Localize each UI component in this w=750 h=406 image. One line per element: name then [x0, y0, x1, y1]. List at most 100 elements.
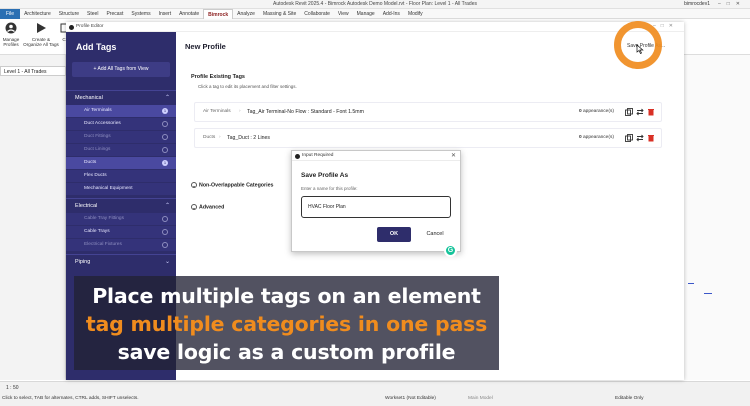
tab-collaborate[interactable]: Collaborate — [300, 9, 334, 19]
chevron-down-icon: ⌄ — [164, 259, 170, 265]
tab-massing-site[interactable]: Massing & Site — [259, 9, 300, 19]
properties-strip — [0, 55, 66, 380]
disabled-indicator-icon — [162, 147, 168, 153]
ok-button[interactable]: OK — [377, 227, 411, 242]
sidebar-item-label: Cable Trays — [84, 229, 110, 234]
close-icon[interactable]: ✕ — [451, 152, 456, 159]
sidebar-item-duct-accessories[interactable]: Duct Accessories — [66, 118, 176, 130]
sidebar-item-label: Flex Ducts — [84, 173, 107, 178]
disabled-indicator-icon — [162, 216, 168, 222]
sidebar-item-ducts[interactable]: Ducts 1 — [66, 157, 176, 169]
tab-annotate[interactable]: Annotate — [175, 9, 203, 19]
input-required-dialog: Input Required ✕ Save Profile As Enter a… — [291, 150, 461, 252]
sidebar-item-cable-tray-fittings[interactable]: Cable Tray Fittings — [66, 213, 176, 225]
sidebar-item-air-terminals[interactable]: Air Terminals 1 — [66, 105, 176, 117]
section-label: Mechanical — [75, 95, 103, 101]
sidebar-item-label: Air Terminals — [84, 108, 112, 113]
caption-line-3: save logic as a custom profile — [117, 340, 456, 364]
duplicate-icon[interactable] — [625, 134, 633, 142]
tab-steel[interactable]: Steel — [83, 9, 102, 19]
create-organize-label: Create & Organize All Tags — [23, 37, 59, 47]
existing-tags-hint: Click a tag to edit its placement and fi… — [198, 84, 297, 89]
empty-indicator-icon — [162, 229, 168, 235]
count-badge: 1 — [162, 108, 168, 114]
tab-structure[interactable]: Structure — [55, 9, 83, 19]
tab-file[interactable]: File — [0, 8, 21, 19]
sidebar-item-label: Ducts — [84, 160, 97, 165]
trash-icon[interactable] — [647, 108, 655, 116]
view-tab-level-1[interactable]: Level 1 - All Trades — [0, 66, 66, 76]
tab-precast[interactable]: Precast — [102, 9, 127, 19]
editable-only-toggle[interactable]: Editable Only — [615, 396, 644, 401]
add-all-tags-button[interactable]: + Add All Tags from View — [72, 62, 170, 77]
existing-tags-title: Profile Existing Tags — [191, 74, 245, 80]
profile-name-input[interactable]: HVAC Floor Plan — [301, 196, 451, 218]
sidebar-item-flex-ducts[interactable]: Flex Ducts — [66, 170, 176, 182]
create-organize-button[interactable]: Create & Organize All Tags — [22, 22, 60, 47]
chevron-down-icon: ⌄ — [191, 204, 197, 210]
caption-line-2: tag multiple categories in one pass — [85, 312, 488, 336]
app-icon — [69, 25, 74, 30]
section-piping[interactable]: Piping ⌄ — [66, 254, 176, 268]
sidebar-item-cable-trays[interactable]: Cable Trays — [66, 226, 176, 238]
caption-line-1: Place multiple tags on an element — [92, 284, 481, 308]
dialog-title: Save Profile As — [301, 172, 349, 179]
appearance-count: 0 appearance(s) — [579, 109, 614, 114]
chevron-up-icon: ⌃ — [164, 203, 170, 209]
sidebar-item-duct-linings[interactable]: Duct Linings — [66, 144, 176, 156]
main-model-selector[interactable]: Main Model — [468, 396, 493, 401]
drawing-canvas[interactable] — [684, 55, 750, 380]
chevron-right-icon: › — [239, 109, 241, 114]
duct-mark — [704, 293, 712, 294]
swap-icon[interactable] — [636, 134, 644, 142]
sidebar-item-electrical-fixtures[interactable]: Electrical Fixtures — [66, 239, 176, 251]
tab-architecture[interactable]: Architecture — [20, 9, 55, 19]
editor-window-controls[interactable]: –□✕ — [653, 23, 678, 29]
editor-window-title: Profile Editor — [76, 24, 104, 29]
non-overlappable-toggle[interactable]: ⌄ Non-Overlappable Categories — [191, 182, 273, 188]
play-icon — [37, 23, 46, 33]
duplicate-icon[interactable] — [625, 108, 633, 116]
user-name[interactable]: bimrocdev1 — [684, 1, 710, 7]
tag-category: Air Terminals — [203, 109, 231, 114]
workset-selector[interactable]: Workset1 (Not Editable) — [385, 396, 436, 401]
swap-icon[interactable] — [636, 108, 644, 116]
appearance-count: 0 appearance(s) — [579, 135, 614, 140]
section-electrical[interactable]: Electrical ⌃ — [66, 198, 176, 212]
manage-profiles-label: Manage Profiles — [2, 37, 20, 47]
editor-title-bar: Profile Editor –□✕ — [66, 22, 684, 32]
tab-view[interactable]: View — [334, 9, 353, 19]
cancel-button[interactable]: Cancel — [420, 227, 450, 242]
chevron-up-icon: ⌃ — [164, 95, 170, 101]
duct-mark — [688, 283, 694, 284]
tab-bimrock[interactable]: Bimrock — [203, 8, 234, 19]
status-hint: Click to select, TAB for alternates, CTR… — [2, 396, 139, 401]
sidebar-item-duct-fittings[interactable]: Duct Fittings — [66, 131, 176, 143]
collapsible-label: Non-Overlappable Categories — [199, 182, 274, 189]
tab-modify[interactable]: Modify — [404, 9, 427, 19]
tab-add-ins[interactable]: Add-Ins — [379, 9, 404, 19]
tab-manage[interactable]: Manage — [353, 9, 379, 19]
sidebar-item-label: Duct Fittings — [84, 134, 111, 139]
tag-name: Tag_Air Terminal-No Flow : Standard - Fo… — [247, 109, 364, 115]
tab-analyze[interactable]: Analyze — [233, 9, 259, 19]
sidebar-title: Add Tags — [76, 42, 117, 52]
manage-profiles-button[interactable]: Manage Profiles — [2, 22, 20, 47]
tag-row-duct[interactable]: Ducts › Tag_Duct : 2 Lines 0 appearance(… — [194, 128, 662, 148]
grammarly-icon[interactable]: G — [444, 244, 457, 257]
sidebar-item-label: Duct Linings — [84, 147, 111, 152]
chevron-down-icon: ⌄ — [191, 182, 197, 188]
tag-name: Tag_Duct : 2 Lines — [227, 135, 270, 141]
window-controls[interactable]: –□✕ — [718, 1, 746, 7]
tag-category: Ducts — [203, 135, 216, 140]
tag-row-air-terminal[interactable]: Air Terminals › Tag_Air Terminal-No Flow… — [194, 102, 662, 122]
section-mechanical[interactable]: Mechanical ⌃ — [66, 90, 176, 104]
tab-systems[interactable]: Systems — [127, 9, 154, 19]
trash-icon[interactable] — [647, 134, 655, 142]
app-icon — [295, 154, 300, 159]
disabled-indicator-icon — [162, 242, 168, 248]
sidebar-item-mechanical-equipment[interactable]: Mechanical Equipment — [66, 183, 176, 195]
advanced-toggle[interactable]: ⌄ Advanced — [191, 204, 224, 210]
tab-insert[interactable]: Insert — [155, 9, 176, 19]
view-scale[interactable]: 1 : 50 — [6, 385, 19, 391]
